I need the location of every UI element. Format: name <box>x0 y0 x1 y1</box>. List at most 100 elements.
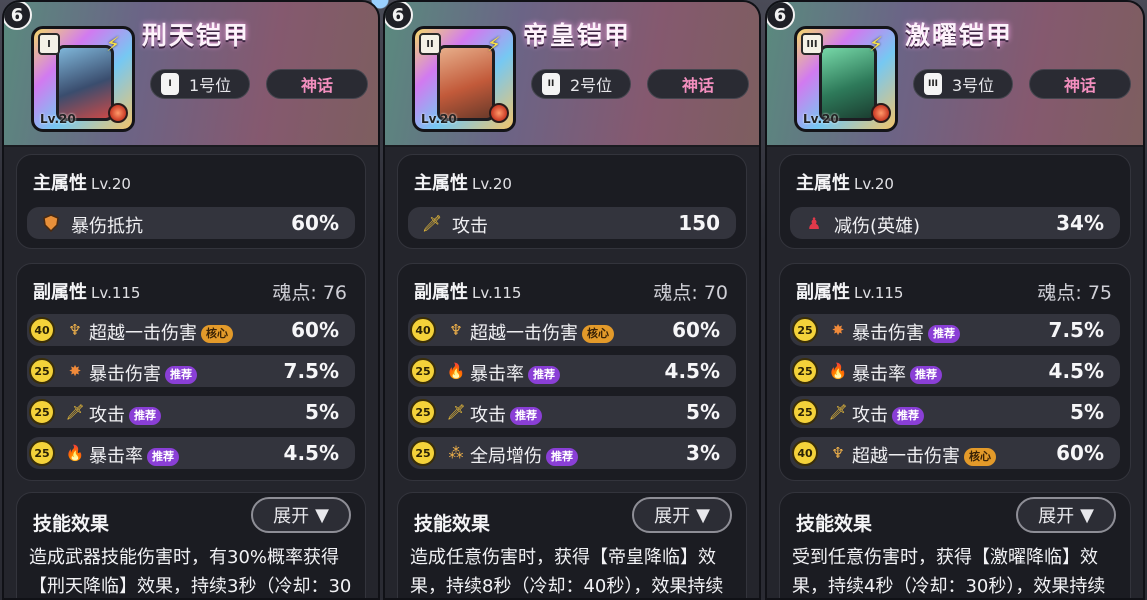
sub-stat-label: 全局增伤 推荐 <box>470 442 578 468</box>
flame-icon: 🔥 <box>65 444 85 462</box>
sub-attribute-panel: 副属性 Lv.115 魂点: 76 40 ♆ 超越一击伤害 核心 60% 25 ✸ … <box>16 263 366 481</box>
flame-icon: 🔥 <box>446 362 466 380</box>
sub-attribute-panel: 副属性 Lv.115 魂点: 75 25 ✸ 暴击伤害 推荐 7.5% 25 🔥 暴… <box>779 263 1131 481</box>
sub-stat-row: 25 🔥 暴击率 推荐 4.5% <box>790 355 1120 387</box>
main-stat-value: 34% <box>1056 211 1104 235</box>
recommend-tag: 推荐 <box>510 407 542 425</box>
sub-stat-label: 暴击率 推荐 <box>852 360 942 386</box>
skill-panel: 技能效果 展开 ▼ 造成任意伤害时，获得【帝皇降临】效果，持续8秒（冷却：40秒）… <box>397 492 747 598</box>
sub-attribute-panel: 副属性 Lv.115 魂点: 70 40 ♆ 超越一击伤害 核心 60% 25 🔥 … <box>397 263 747 481</box>
sub-stat-row: 40 ♆ 超越一击伤害 核心 60% <box>408 314 736 346</box>
armor-card-1[interactable]: 6 I ⚡ Lv.20 刑天铠甲 I 1号位 神话 主属性 Lv.20 暴伤抵抗 … <box>2 0 380 600</box>
armor-thumbnail[interactable]: I ⚡ Lv.20 <box>31 26 135 132</box>
sub-stat-label: 超越一击伤害 核心 <box>470 319 614 345</box>
burst-icon: ✸ <box>831 321 845 339</box>
expand-button[interactable]: 展开 ▼ <box>251 497 351 533</box>
main-stat-label: 攻击 <box>452 216 488 237</box>
armor-art <box>56 45 114 121</box>
skill-title: 技能效果 <box>796 513 873 535</box>
card-header: 6 I ⚡ Lv.20 刑天铠甲 I 1号位 神话 <box>4 2 378 147</box>
sub-stat-row: 40 ♆ 超越一击伤害 核心 60% <box>790 437 1120 469</box>
sub-stat-value: 7.5% <box>283 359 339 383</box>
rarity-badge: 神话 <box>266 69 368 99</box>
spark-icon: ⚡ <box>868 32 884 56</box>
lock-icon[interactable]: 6 <box>767 2 795 30</box>
sub-stat-label: 超越一击伤害 核心 <box>89 319 233 345</box>
skill-panel: 技能效果 展开 ▼ 受到任意伤害时，获得【激曜降临】效果，持续4秒（冷却：30秒）… <box>779 492 1131 598</box>
tier-badge: 40 <box>792 440 818 466</box>
shield-icon <box>41 213 61 233</box>
skill-description: 造成武器技能伤害时，有30%概率获得【刑天降临】效果，持续3秒（冷却：30秒），… <box>29 547 352 597</box>
sub-stat-value: 60% <box>291 318 339 342</box>
sword-icon: 🗡 <box>421 213 443 233</box>
sub-stat-label: 攻击 推荐 <box>470 401 542 427</box>
skill-description: 造成任意伤害时，获得【帝皇降临】效果，持续8秒（冷却：40秒），效果持续期间，普… <box>410 547 724 597</box>
sub-stat-row: 25 🗡 攻击 推荐 5% <box>408 396 736 428</box>
numeral-badge: III <box>801 33 823 55</box>
skill-title: 技能效果 <box>33 513 110 535</box>
trident-icon: ♆ <box>831 444 845 462</box>
sub-stat-value: 4.5% <box>664 359 720 383</box>
sub-stat-row: 25 🗡 攻击 推荐 5% <box>790 396 1120 428</box>
tier-badge: 25 <box>792 358 818 384</box>
skill-title: 技能效果 <box>414 513 491 535</box>
expand-button[interactable]: 展开 ▼ <box>1016 497 1116 533</box>
burst-icon: ✸ <box>68 362 82 380</box>
main-stat-row: 🗡 攻击 150 <box>408 207 736 239</box>
sub-stat-row: 25 🔥 暴击率 推荐 4.5% <box>408 355 736 387</box>
sword-icon: 🗡 <box>65 403 85 421</box>
slot-label: 1号位 <box>189 76 232 95</box>
numeral-badge: I <box>38 33 60 55</box>
recommend-tag: 推荐 <box>165 366 197 384</box>
core-tag: 核心 <box>582 325 614 343</box>
tier-badge: 25 <box>792 399 818 425</box>
main-stat-row: ♟ 减伤(英雄) 34% <box>790 207 1120 239</box>
recommend-tag: 推荐 <box>528 366 560 384</box>
tier-badge: 25 <box>410 440 436 466</box>
armor-card-2[interactable]: 6 II ⚡ Lv.20 帝皇铠甲 II 2号位 神话 主属性 Lv.20 🗡 攻… <box>383 0 761 600</box>
main-stat-value: 150 <box>678 211 720 235</box>
lock-icon[interactable]: 6 <box>4 2 32 30</box>
lock-icon[interactable]: 6 <box>385 2 413 30</box>
recommend-tag: 推荐 <box>147 448 179 466</box>
main-stat-row: 暴伤抵抗 60% <box>27 207 355 239</box>
main-stat-value: 60% <box>291 211 339 235</box>
slot-label: 2号位 <box>570 76 613 95</box>
sub-stat-row: 25 ✸ 暴击伤害 推荐 7.5% <box>27 355 355 387</box>
spark-icon: ⚡ <box>105 32 121 56</box>
armor-card-3[interactable]: 6 III ⚡ Lv.20 激曜铠甲 III 3号位 神话 主属性 Lv.20 ♟… <box>765 0 1145 600</box>
thumb-level: Lv.20 <box>421 112 457 126</box>
fire-orb-icon <box>489 103 509 123</box>
sub-stat-value: 3% <box>686 441 720 465</box>
sub-stat-value: 5% <box>1070 400 1104 424</box>
triangle-down-icon: ▼ <box>1080 504 1094 526</box>
rarity-badge: 神话 <box>1029 69 1131 99</box>
sub-stat-row: 25 🗡 攻击 推荐 5% <box>27 396 355 428</box>
slot-pill: I 1号位 <box>150 69 250 99</box>
flame-icon: 🔥 <box>828 362 848 380</box>
main-attribute-title: 主属性 Lv.20 <box>33 173 131 194</box>
sub-stat-value: 4.5% <box>283 441 339 465</box>
tier-badge: 25 <box>29 440 55 466</box>
armor-thumbnail[interactable]: II ⚡ Lv.20 <box>412 26 516 132</box>
hero-icon: ♟ <box>806 213 822 233</box>
soul-points: 魂点: 70 <box>653 282 728 304</box>
alert-icon: ⁂ <box>448 444 464 462</box>
item-name: 帝皇铠甲 <box>523 21 632 50</box>
tier-badge: 25 <box>29 358 55 384</box>
slot-pill: II 2号位 <box>531 69 631 99</box>
item-name: 刑天铠甲 <box>142 21 251 50</box>
sub-stat-value: 60% <box>1056 441 1104 465</box>
sub-stat-label: 暴击率 推荐 <box>470 360 560 386</box>
sub-stat-value: 7.5% <box>1048 318 1104 342</box>
item-name: 激曜铠甲 <box>905 21 1014 50</box>
sub-attribute-title: 副属性 Lv.115 <box>796 282 904 303</box>
sub-stat-value: 60% <box>672 318 720 342</box>
main-attribute-panel: 主属性 Lv.20 暴伤抵抗 60% <box>16 154 366 249</box>
expand-button[interactable]: 展开 ▼ <box>632 497 732 533</box>
slot-pill: III 3号位 <box>913 69 1013 99</box>
main-attribute-panel: 主属性 Lv.20 🗡 攻击 150 <box>397 154 747 249</box>
slot-card-icon: III <box>924 73 942 95</box>
armor-thumbnail[interactable]: III ⚡ Lv.20 <box>794 26 898 132</box>
trident-icon: ♆ <box>449 321 463 339</box>
